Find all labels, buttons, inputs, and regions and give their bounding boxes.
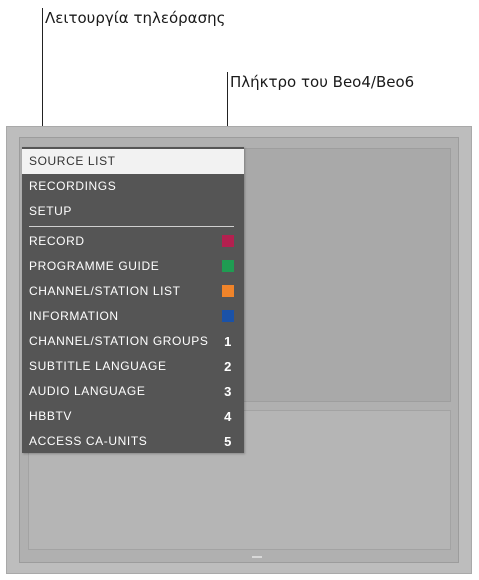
menu-item-label: PROGRAMME GUIDE bbox=[29, 259, 160, 273]
menu-item-label: SETUP bbox=[29, 204, 73, 218]
yellow-key-swatch bbox=[222, 285, 234, 297]
menu-item-label: RECORD bbox=[29, 234, 85, 248]
menu-item-label: INFORMATION bbox=[29, 309, 119, 323]
menu-item-label: CHANNEL/STATION LIST bbox=[29, 284, 181, 298]
menu-item-label: HBBTV bbox=[29, 409, 73, 423]
menu-divider bbox=[29, 226, 234, 227]
menu-item-source-list[interactable]: SOURCE LIST bbox=[22, 149, 244, 174]
menu-item-programme-guide[interactable]: PROGRAMME GUIDE bbox=[22, 254, 244, 279]
menu-item-subtitle-language[interactable]: SUBTITLE LANGUAGE 2 bbox=[22, 354, 244, 379]
menu-item-label: SUBTITLE LANGUAGE bbox=[29, 359, 167, 373]
green-key-swatch bbox=[222, 260, 234, 272]
tv-mode-callout: Λειτουργία τηλεόρασης bbox=[45, 9, 226, 27]
menu-item-label: SOURCE LIST bbox=[29, 154, 116, 168]
menu-item-information[interactable]: INFORMATION bbox=[22, 304, 244, 329]
digit-key-2: 2 bbox=[224, 359, 232, 374]
red-key-swatch bbox=[222, 235, 234, 247]
menu-item-label: CHANNEL/STATION GROUPS bbox=[29, 334, 209, 348]
menu-item-recordings[interactable]: RECORDINGS bbox=[22, 174, 244, 199]
digit-key-3: 3 bbox=[224, 384, 232, 399]
remote-key-callout: Πλήκτρο του Beo4/Beo6 bbox=[230, 73, 415, 91]
tv-menu: SOURCE LIST RECORDINGS SETUP RECORD PROG… bbox=[22, 147, 244, 453]
blue-key-swatch bbox=[222, 310, 234, 322]
menu-item-channel-station-groups[interactable]: CHANNEL/STATION GROUPS 1 bbox=[22, 329, 244, 354]
menu-item-channel-station-list[interactable]: CHANNEL/STATION LIST bbox=[22, 279, 244, 304]
menu-item-label: RECORDINGS bbox=[29, 179, 117, 193]
menu-item-audio-language[interactable]: AUDIO LANGUAGE 3 bbox=[22, 379, 244, 404]
menu-item-record[interactable]: RECORD bbox=[22, 229, 244, 254]
tv-indicator-light bbox=[252, 556, 262, 558]
digit-key-4: 4 bbox=[224, 409, 232, 424]
digit-key-1: 1 bbox=[224, 334, 232, 349]
menu-item-label: ACCESS CA-UNITS bbox=[29, 434, 148, 448]
digit-key-5: 5 bbox=[224, 434, 232, 449]
menu-item-setup[interactable]: SETUP bbox=[22, 199, 244, 224]
menu-item-hbbtv[interactable]: HBBTV 4 bbox=[22, 404, 244, 429]
menu-item-label: AUDIO LANGUAGE bbox=[29, 384, 146, 398]
menu-item-access-ca-units[interactable]: ACCESS CA-UNITS 5 bbox=[22, 429, 244, 454]
